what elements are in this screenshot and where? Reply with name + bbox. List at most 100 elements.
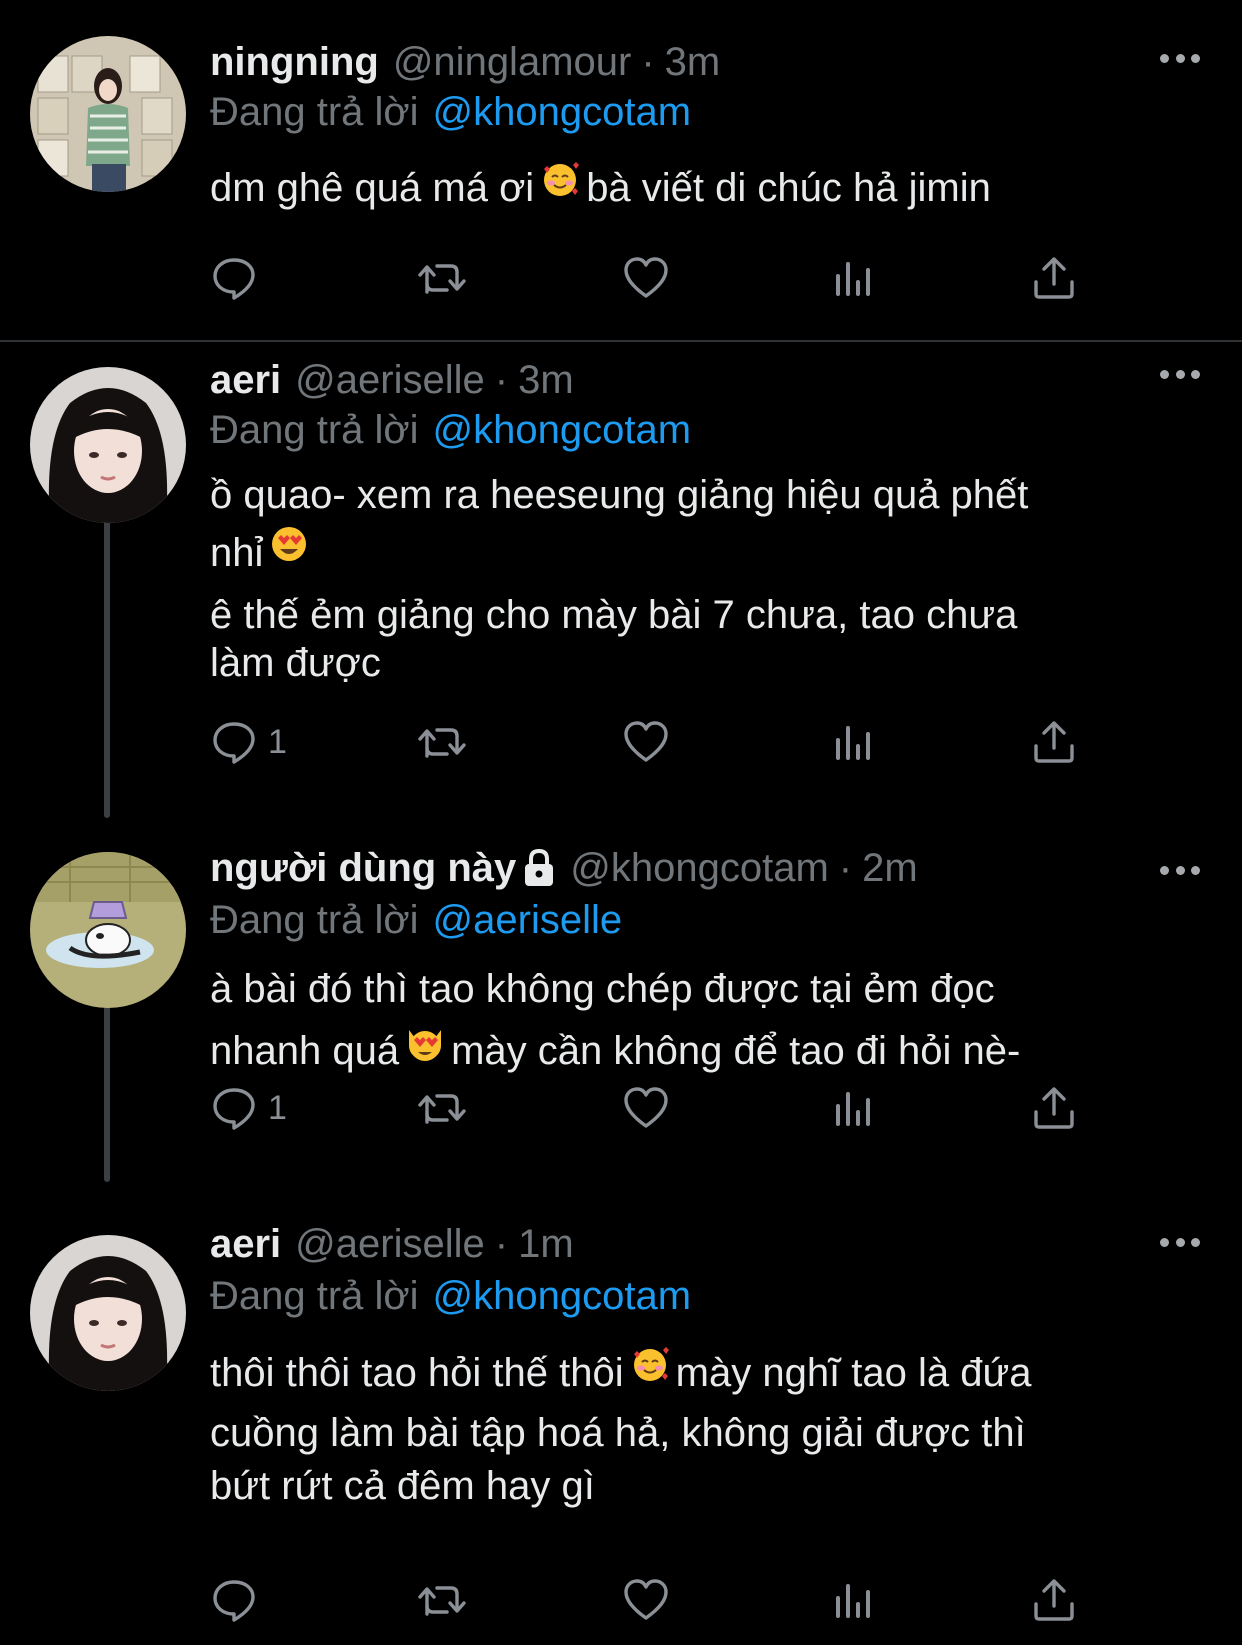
tweet-text: dm ghê quá má ơi bà viết di chúc hả jimin bbox=[210, 160, 1200, 218]
replying-to-label: Đang trả lời bbox=[210, 898, 419, 942]
separator-dot: · bbox=[641, 40, 655, 84]
separator-dot: · bbox=[494, 358, 509, 402]
retweet-button[interactable] bbox=[415, 1572, 469, 1628]
tweet[interactable]: ningning @ninglamour · 3m Đang trả lời @k… bbox=[0, 0, 1242, 340]
timestamp[interactable]: 2m bbox=[862, 840, 918, 896]
more-dots-icon[interactable] bbox=[1160, 1232, 1200, 1252]
text-segment: bà viết di chúc hả jimin bbox=[586, 166, 991, 210]
reply-count: 1 bbox=[268, 722, 287, 761]
text-line: làm được bbox=[210, 641, 381, 686]
tweet[interactable]: aeri @aeriselle · 3m Đang trả lời @khongc… bbox=[0, 342, 1242, 812]
share-button[interactable] bbox=[1030, 714, 1078, 770]
tweet-actions bbox=[210, 1572, 1090, 1628]
heart-eyes-cat-icon bbox=[405, 1018, 445, 1080]
share-upload-icon bbox=[1034, 1579, 1074, 1621]
like-button[interactable] bbox=[622, 250, 670, 306]
smiling-face-with-hearts-icon bbox=[630, 1342, 670, 1400]
timestamp[interactable]: 1m bbox=[518, 1216, 574, 1272]
retweet-icon bbox=[418, 1586, 466, 1616]
reply-bubble-icon bbox=[213, 258, 255, 300]
replying-to: Đang trả lời @khongcotam bbox=[210, 402, 691, 458]
timestamp[interactable]: 3m bbox=[665, 34, 721, 90]
share-button[interactable] bbox=[1030, 1572, 1078, 1628]
views-button[interactable] bbox=[830, 1080, 878, 1136]
mention-link[interactable]: @aeriselle bbox=[433, 898, 623, 942]
retweet-button[interactable] bbox=[415, 1080, 469, 1136]
heart-icon bbox=[624, 1579, 668, 1620]
share-button[interactable] bbox=[1030, 1080, 1078, 1136]
reply-bubble-icon bbox=[213, 1580, 255, 1622]
text-segment: thôi thôi tao hỏi thế thôi bbox=[210, 1351, 624, 1395]
like-button[interactable] bbox=[622, 1572, 670, 1628]
user-handle[interactable]: @aeriselle bbox=[295, 1216, 485, 1272]
views-button[interactable] bbox=[830, 1572, 878, 1628]
user-handle[interactable]: @aeriselle bbox=[295, 352, 485, 408]
user-handle[interactable]: @ninglamour bbox=[393, 34, 632, 90]
retweet-icon bbox=[418, 728, 466, 758]
replying-to: Đang trả lời @khongcotam bbox=[210, 84, 691, 140]
display-name[interactable]: ningning bbox=[210, 34, 379, 90]
views-bar-chart-icon bbox=[836, 726, 870, 760]
avatar[interactable] bbox=[30, 36, 186, 192]
text-segment: mày cần không để tao đi hỏi nè- bbox=[451, 1029, 1021, 1073]
mention-link[interactable]: @khongcotam bbox=[433, 1274, 692, 1318]
display-name[interactable]: người dùng này bbox=[210, 840, 516, 896]
views-bar-chart-icon bbox=[836, 262, 870, 296]
like-button[interactable] bbox=[622, 1080, 670, 1136]
display-name[interactable]: aeri bbox=[210, 352, 281, 408]
retweet-icon bbox=[418, 264, 466, 294]
user-handle[interactable]: @khongcotam bbox=[570, 840, 829, 896]
reply-button[interactable] bbox=[210, 1572, 268, 1628]
replying-to: Đang trả lời @aeriselle bbox=[210, 892, 622, 948]
views-bar-chart-icon bbox=[836, 1584, 870, 1618]
like-button[interactable] bbox=[622, 714, 670, 770]
text-line: bứt rứt cả đêm hay gì bbox=[210, 1464, 595, 1509]
reply-button[interactable]: 1 bbox=[210, 714, 287, 770]
timestamp[interactable]: 3m bbox=[518, 352, 574, 408]
views-button[interactable] bbox=[830, 250, 878, 306]
more-dots-icon[interactable] bbox=[1160, 860, 1200, 880]
replying-to: Đang trả lời @khongcotam bbox=[210, 1268, 691, 1324]
tweet-text: ồ quao- xem ra heeseung giảng hiệu quả p… bbox=[210, 466, 1200, 686]
text-line: dm ghê quá má ơi bà viết di chúc hả jimin bbox=[210, 160, 1200, 218]
display-name[interactable]: aeri bbox=[210, 1216, 281, 1272]
tweet[interactable]: aeri @aeriselle · 1m Đang trả lời @khongc… bbox=[0, 1212, 1242, 1645]
text-line: thôi thôi tao hỏi thế thôi mày nghĩ tao l… bbox=[210, 1344, 1200, 1404]
text-line: ồ quao- xem ra heeseung giảng hiệu quả p… bbox=[210, 473, 1029, 517]
avatar[interactable] bbox=[30, 367, 186, 523]
avatar[interactable] bbox=[30, 852, 186, 1008]
separator-dot: · bbox=[494, 1222, 509, 1266]
smiling-face-with-hearts-icon bbox=[540, 158, 580, 214]
views-bar-chart-icon bbox=[836, 1092, 870, 1126]
lock-icon bbox=[522, 848, 556, 888]
retweet-button[interactable] bbox=[415, 250, 469, 306]
mention-link[interactable]: @khongcotam bbox=[433, 90, 692, 134]
replying-to-label: Đang trả lời bbox=[210, 90, 419, 134]
retweet-button[interactable] bbox=[415, 714, 469, 770]
heart-icon bbox=[624, 257, 668, 298]
tweet-header: aeri @aeriselle · 1m bbox=[210, 1216, 574, 1272]
reply-count: 1 bbox=[268, 1088, 287, 1127]
mention-link[interactable]: @khongcotam bbox=[433, 408, 692, 452]
retweet-icon bbox=[418, 1094, 466, 1124]
share-upload-icon bbox=[1034, 257, 1074, 299]
reply-bubble-icon bbox=[213, 722, 255, 764]
reply-bubble-icon bbox=[213, 1088, 255, 1130]
replying-to-label: Đang trả lời bbox=[210, 1274, 419, 1318]
tweet[interactable]: người dùng này @khongcotam · 2m Đang trả… bbox=[0, 842, 1242, 1182]
heart-icon bbox=[624, 721, 668, 762]
avatar[interactable] bbox=[30, 1235, 186, 1391]
views-button[interactable] bbox=[830, 714, 878, 770]
text-line: ê thế ẻm giảng cho mày bài 7 chưa, tao c… bbox=[210, 593, 1018, 638]
tweet-text: thôi thôi tao hỏi thế thôi mày nghĩ tao l… bbox=[210, 1344, 1200, 1510]
text-segment: nhanh quá bbox=[210, 1029, 400, 1073]
more-dots-icon[interactable] bbox=[1160, 48, 1200, 68]
text-segment: nhỉ bbox=[210, 531, 264, 575]
reply-button[interactable] bbox=[210, 250, 268, 306]
share-upload-icon bbox=[1034, 1087, 1074, 1129]
tweet-header: ningning @ninglamour · 3m bbox=[210, 34, 720, 90]
share-button[interactable] bbox=[1030, 250, 1078, 306]
more-dots-icon[interactable] bbox=[1160, 364, 1200, 384]
reply-button[interactable]: 1 bbox=[210, 1080, 287, 1136]
separator-dot: · bbox=[838, 846, 853, 890]
